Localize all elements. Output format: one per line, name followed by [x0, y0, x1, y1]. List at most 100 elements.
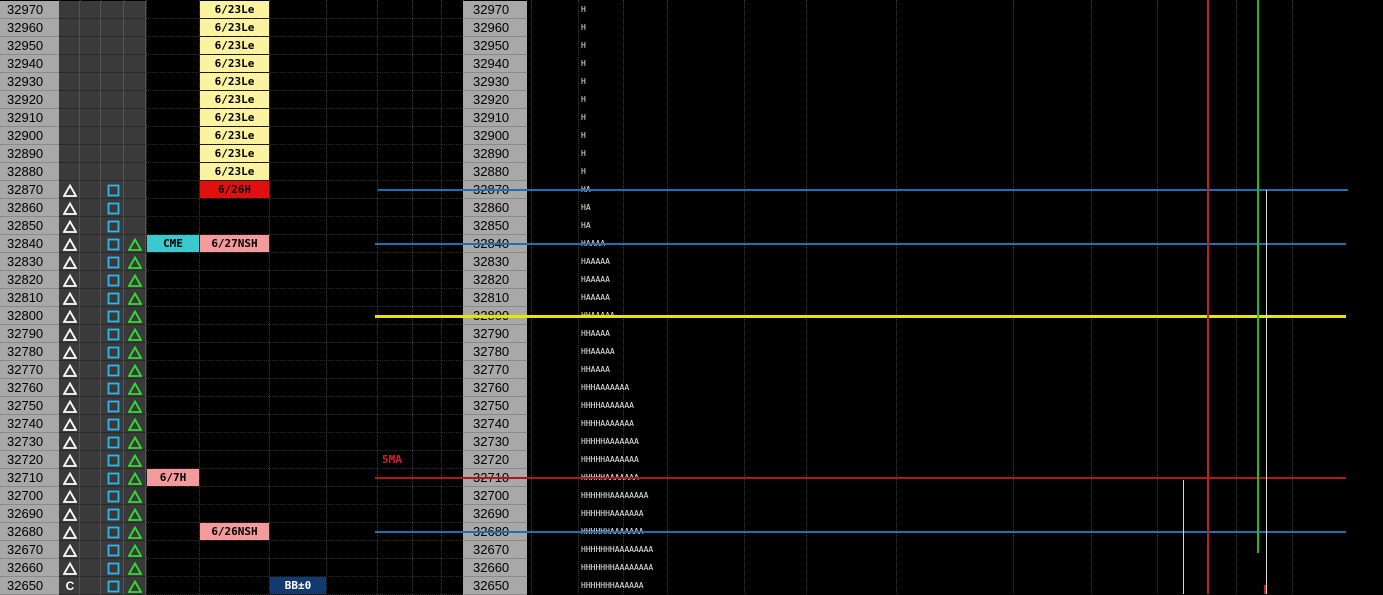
symbol-cell [80, 217, 101, 235]
grid-line-horizontal [146, 252, 463, 253]
white-triangle-icon [61, 523, 79, 541]
price-cell-middle[interactable]: 32910 [463, 109, 527, 127]
tpo-ladder-board: 32970 32970 H 32960 32960 H 32950 32950 H 32940 32… [0, 0, 1383, 595]
price-cell-left[interactable]: 32950 [0, 37, 59, 55]
price-cell-left[interactable]: 32860 [0, 199, 59, 217]
green-triangle-icon [126, 505, 144, 523]
price-cell-middle[interactable]: 32940 [463, 55, 527, 73]
price-cell-left[interactable]: 32680 [0, 523, 59, 541]
symbol-cell [59, 73, 80, 91]
price-cell-middle[interactable]: 32960 [463, 19, 527, 37]
price-cell-middle[interactable]: 32760 [463, 379, 527, 397]
grid-line-horizontal [146, 558, 463, 559]
blue-square-icon [104, 469, 122, 487]
price-cell-middle[interactable]: 32850 [463, 217, 527, 235]
price-cell-middle[interactable]: 32810 [463, 289, 527, 307]
price-cell-left[interactable]: 32660 [0, 559, 59, 577]
symbol-cell [80, 109, 101, 127]
price-cell-left[interactable]: 32750 [0, 397, 59, 415]
tpo-letters: HHHHHAAAAAAA [581, 455, 639, 464]
grid-line-horizontal [146, 396, 463, 397]
price-cell-left[interactable]: 32930 [0, 73, 59, 91]
price-cell-middle[interactable]: 32720 [463, 451, 527, 469]
price-cell-middle[interactable]: 32660 [463, 559, 527, 577]
price-cell-middle[interactable]: 32900 [463, 127, 527, 145]
price-cell-left[interactable]: 32810 [0, 289, 59, 307]
price-cell-middle[interactable]: 32700 [463, 487, 527, 505]
price-cell-middle[interactable]: 32690 [463, 505, 527, 523]
price-cell-left[interactable]: 32850 [0, 217, 59, 235]
price-cell-middle[interactable]: 32880 [463, 163, 527, 181]
price-cell-left[interactable]: 32940 [0, 55, 59, 73]
price-cell-left[interactable]: 32970 [0, 1, 59, 19]
price-cell-middle[interactable]: 32670 [463, 541, 527, 559]
price-cell-middle[interactable]: 32860 [463, 199, 527, 217]
price-cell-left[interactable]: 32650 [0, 577, 59, 595]
price-cell-left[interactable]: 32670 [0, 541, 59, 559]
reference-tag-col2: 6/26NSH [200, 523, 269, 540]
symbol-cell [80, 253, 101, 271]
price-cell-left[interactable]: 32920 [0, 91, 59, 109]
grid-line-vertical [531, 0, 532, 594]
price-cell-left[interactable]: 32770 [0, 361, 59, 379]
price-cell-left[interactable]: 32840 [0, 235, 59, 253]
price-cell-middle[interactable]: 32820 [463, 271, 527, 289]
price-cell-left[interactable]: 32900 [0, 127, 59, 145]
price-cell-middle[interactable]: 32930 [463, 73, 527, 91]
tpo-letters: HHHHHHAAAAAAAA [581, 491, 649, 500]
price-cell-middle[interactable]: 32780 [463, 343, 527, 361]
price-cell-middle[interactable]: 32790 [463, 325, 527, 343]
price-cell-left[interactable]: 32820 [0, 271, 59, 289]
green-triangle-icon [126, 559, 144, 577]
price-cell-left[interactable]: 32830 [0, 253, 59, 271]
tpo-letters: HHHHHHAAAAAAA [581, 509, 644, 518]
white-triangle-icon [61, 415, 79, 433]
blue-square-icon [104, 343, 122, 361]
price-cell-left[interactable]: 32730 [0, 433, 59, 451]
blue-square-icon [104, 361, 122, 379]
price-cell-middle[interactable]: 32950 [463, 37, 527, 55]
grid-line-horizontal [146, 522, 463, 523]
price-cell-middle[interactable]: 32970 [463, 1, 527, 19]
price-cell-left[interactable]: 32710 [0, 469, 59, 487]
symbol-cell [124, 181, 146, 199]
price-cell-left[interactable]: 32800 [0, 307, 59, 325]
reference-tag-col1: CME [147, 235, 199, 252]
price-cell-middle[interactable]: 32740 [463, 415, 527, 433]
price-cell-left[interactable]: 32780 [0, 343, 59, 361]
price-cell-left[interactable]: 32960 [0, 19, 59, 37]
green-triangle-icon [126, 379, 144, 397]
price-cell-left[interactable]: 32790 [0, 325, 59, 343]
price-cell-left[interactable]: 32690 [0, 505, 59, 523]
white-triangle-icon [61, 235, 79, 253]
price-cell-left[interactable]: 32910 [0, 109, 59, 127]
price-cell-middle[interactable]: 32890 [463, 145, 527, 163]
price-cell-middle[interactable]: 32750 [463, 397, 527, 415]
price-cell-middle[interactable]: 32830 [463, 253, 527, 271]
tpo-letters: H [581, 77, 586, 86]
price-cell-middle[interactable]: 32770 [463, 361, 527, 379]
price-cell-left[interactable]: 32720 [0, 451, 59, 469]
tpo-letters: H [581, 41, 586, 50]
price-cell-middle[interactable]: 32730 [463, 433, 527, 451]
grid-line-vertical [806, 0, 807, 594]
symbol-cell [124, 1, 146, 19]
blue-square-icon [104, 541, 122, 559]
price-cell-middle[interactable]: 32650 [463, 577, 527, 595]
symbol-cell [80, 307, 101, 325]
symbol-cell [124, 55, 146, 73]
white-triangle-icon [61, 469, 79, 487]
tpo-letters: H [581, 149, 586, 158]
price-cell-left[interactable]: 32880 [0, 163, 59, 181]
green-triangle-icon [126, 487, 144, 505]
symbol-cell [101, 109, 124, 127]
price-cell-left[interactable]: 32740 [0, 415, 59, 433]
symbol-cell [80, 415, 101, 433]
price-cell-left[interactable]: 32700 [0, 487, 59, 505]
price-cell-left[interactable]: 32870 [0, 181, 59, 199]
price-cell-middle[interactable]: 32920 [463, 91, 527, 109]
white-triangle-icon [61, 487, 79, 505]
price-cell-left[interactable]: 32890 [0, 145, 59, 163]
grid-line-horizontal [146, 72, 463, 73]
price-cell-left[interactable]: 32760 [0, 379, 59, 397]
